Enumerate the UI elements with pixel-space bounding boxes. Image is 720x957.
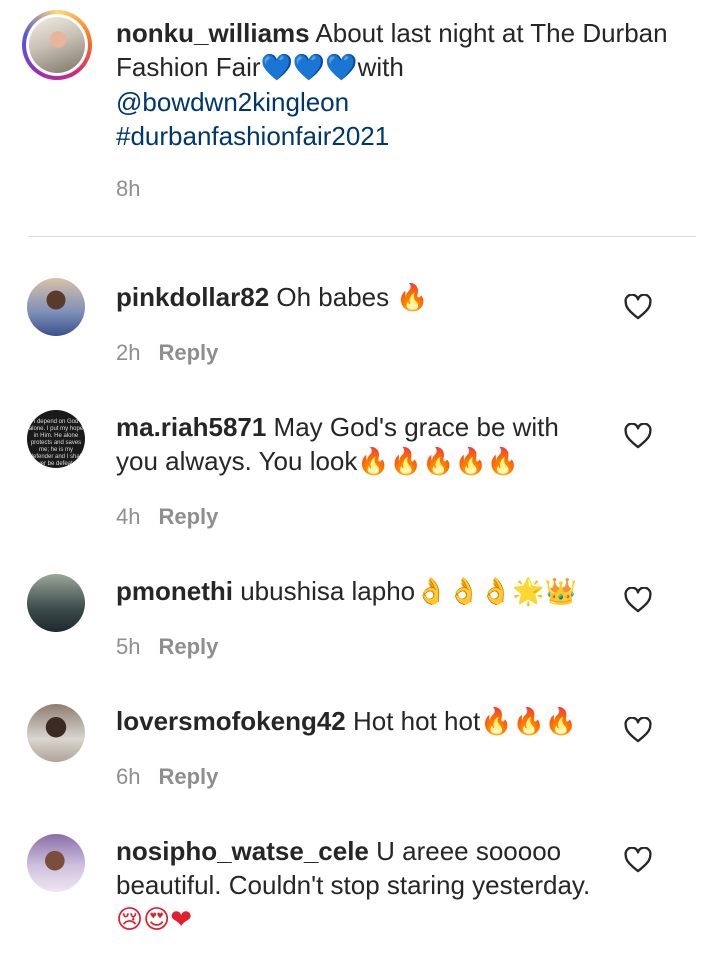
caption-timestamp: 8h	[116, 176, 141, 201]
caption-body-2: with	[357, 52, 404, 82]
avatar-photo	[29, 17, 85, 73]
comment-timestamp: 2h	[116, 340, 141, 365]
face-and-heart-emoji: 😢😍❤	[116, 905, 192, 935]
caption-hashtag[interactable]: #durbanfashionfair2021	[116, 121, 389, 151]
caption-avatar[interactable]	[22, 10, 92, 80]
comment-timestamp: 4h	[116, 504, 141, 529]
commenter-avatar[interactable]	[27, 834, 85, 892]
comment-timestamp: 5h	[116, 634, 141, 659]
comments-screen: nonku_williams About last night at The D…	[0, 0, 720, 957]
fire-emoji: 🔥🔥🔥	[480, 707, 578, 737]
caption-text: nonku_williams About last night at The D…	[116, 16, 676, 153]
reply-button[interactable]: Reply	[158, 764, 218, 789]
comment-username[interactable]: ma.riah5871	[116, 412, 266, 442]
comment-username[interactable]: nosipho_watse_cele	[116, 836, 369, 866]
comment-text: ma.riah5871 May God's grace be with you …	[116, 410, 606, 479]
comment-body: Hot hot hot	[345, 706, 481, 736]
comment-timestamp: 6h	[116, 764, 141, 789]
comment-text: pinkdollar82 Oh babes 🔥	[116, 280, 606, 315]
commenter-avatar[interactable]	[27, 278, 85, 336]
comment-meta: 2h Reply	[116, 340, 218, 366]
heart-outline-icon[interactable]	[624, 587, 652, 613]
divider	[28, 236, 696, 237]
caption-username[interactable]: nonku_williams	[116, 18, 310, 48]
comment-meta: 6h Reply	[116, 764, 218, 790]
comment-username[interactable]: loversmofokeng42	[116, 706, 346, 736]
ok-hand-emoji: 👌👌👌🌟👑	[415, 577, 578, 607]
fire-emoji: 🔥	[396, 283, 429, 313]
blue-hearts-emoji: 💙💙💙	[260, 53, 358, 83]
comment-body: Oh babes	[269, 282, 397, 312]
caption-mention[interactable]: @bowdwn2kingleon	[116, 87, 349, 117]
post-caption: nonku_williams About last night at The D…	[0, 0, 720, 236]
heart-outline-icon[interactable]	[624, 294, 652, 320]
reply-button[interactable]: Reply	[158, 504, 218, 529]
commenter-avatar[interactable]	[27, 704, 85, 762]
fire-emoji: 🔥🔥🔥🔥🔥	[357, 447, 520, 477]
heart-outline-icon[interactable]	[624, 717, 652, 743]
comment-text: loversmofokeng42 Hot hot hot🔥🔥🔥	[116, 704, 606, 739]
comment-body: ubushisa lapho	[233, 576, 416, 606]
comment-text: nosipho_watse_cele U areee sooooo beauti…	[116, 834, 606, 937]
comment-username[interactable]: pmonethi	[116, 576, 233, 606]
comment-meta: 4h Reply	[116, 504, 218, 530]
comment-username[interactable]: pinkdollar82	[116, 282, 269, 312]
comment-text: pmonethi ubushisa lapho👌👌👌🌟👑	[116, 574, 606, 609]
heart-outline-icon[interactable]	[624, 423, 652, 449]
avatar-quote-text: I depend on God alone. I put my hope in …	[28, 419, 84, 467]
commenter-avatar[interactable]: I depend on God alone. I put my hope in …	[27, 410, 85, 468]
reply-button[interactable]: Reply	[158, 340, 218, 365]
comment-meta: 5h Reply	[116, 634, 218, 660]
reply-button[interactable]: Reply	[158, 634, 218, 659]
commenter-avatar[interactable]	[27, 574, 85, 632]
heart-outline-icon[interactable]	[624, 847, 652, 873]
